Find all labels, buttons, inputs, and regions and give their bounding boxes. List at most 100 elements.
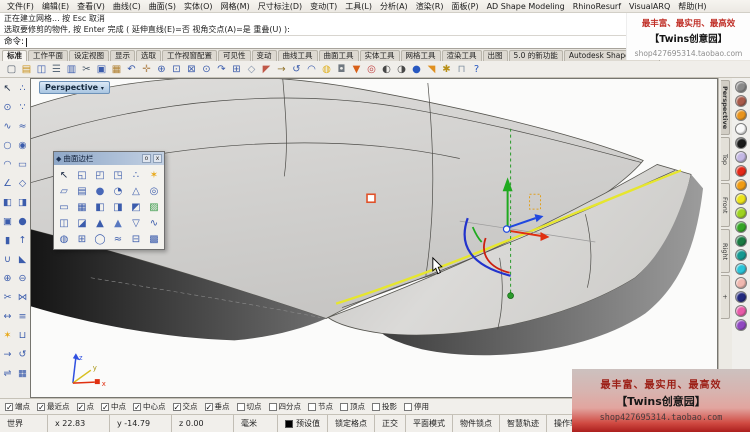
osnap-toggle[interactable]: 中心点 <box>133 401 166 412</box>
viewport-tab[interactable]: Top <box>721 137 730 182</box>
osnap-checkbox[interactable] <box>268 402 277 411</box>
color-swatch[interactable] <box>735 165 747 177</box>
color-swatch[interactable] <box>735 319 747 331</box>
toolbar-tab[interactable]: 工作平面 <box>28 50 68 61</box>
osnap-toggle[interactable]: 节点 <box>308 401 333 412</box>
rail-revolve-icon[interactable]: ▽ <box>127 215 145 231</box>
print-icon[interactable]: ☰ <box>49 62 64 77</box>
ellipse-icon[interactable]: ◉ <box>15 136 30 155</box>
new-file-icon[interactable]: ▢ <box>4 62 19 77</box>
osnap-toggle[interactable]: 顶点 <box>340 401 365 412</box>
extend-icon[interactable]: ↔ <box>0 307 15 326</box>
viewport-tab[interactable]: Right <box>721 229 730 274</box>
surface-from-points-icon[interactable]: ∴ <box>127 167 145 183</box>
status-toggle[interactable]: 物件锁点 <box>453 415 500 432</box>
move-icon[interactable]: → <box>274 62 289 77</box>
units-indicator[interactable]: 毫米 <box>234 415 278 432</box>
render-preview-icon[interactable]: ◐ <box>379 62 394 77</box>
osnap-checkbox[interactable] <box>172 402 181 411</box>
boolean-difference-icon[interactable]: ⊖ <box>15 269 30 288</box>
panel-title-bar[interactable]: ◆ 曲面边栏 o x <box>54 152 164 165</box>
notify-flag-icon[interactable]: ◥ <box>424 62 439 77</box>
extrude-icon[interactable]: ↑ <box>15 231 30 250</box>
osnap-toggle[interactable]: 端点 <box>5 401 30 412</box>
viewport-tab[interactable]: Perspective <box>721 80 730 136</box>
menu-item[interactable]: 渲染(R) <box>412 1 448 12</box>
viewport-layout-icon[interactable]: ⊞ <box>229 62 244 77</box>
menu-item[interactable]: 工具(L) <box>341 1 376 12</box>
toolbar-tab[interactable]: 变动 <box>251 50 277 61</box>
box-icon[interactable]: ▣ <box>0 212 15 231</box>
osnap-checkbox[interactable] <box>340 402 348 411</box>
split-icon[interactable]: ⋈ <box>15 288 30 307</box>
rotate-icon[interactable]: ↺ <box>15 345 30 364</box>
loft-icon[interactable]: ◨ <box>15 193 30 212</box>
status-toggle[interactable]: 锁定格点 <box>328 415 375 432</box>
polyline-icon[interactable]: ∠ <box>0 174 15 193</box>
status-toggle[interactable]: 智慧轨迹 <box>500 415 547 432</box>
toolbar-tab[interactable]: 可见性 <box>218 50 251 61</box>
color-swatch[interactable] <box>735 137 747 149</box>
blend-surface-icon[interactable]: ∿ <box>145 215 163 231</box>
panel-close-button[interactable]: x <box>153 154 162 163</box>
object-snap-icon[interactable]: ◇ <box>244 62 259 77</box>
menu-item[interactable]: RhinoResurf <box>569 2 625 11</box>
move-icon[interactable]: → <box>0 345 15 364</box>
earth-globe-icon[interactable]: ● <box>409 62 424 77</box>
options-gear-icon[interactable]: ✱ <box>439 62 454 77</box>
sphere-surface-icon[interactable]: ● <box>91 183 109 199</box>
lock-icon[interactable]: ◘ <box>334 62 349 77</box>
revolve-icon[interactable]: ▲ <box>109 215 127 231</box>
explode-icon[interactable]: ✶ <box>0 326 15 345</box>
menu-item[interactable]: 查看(V) <box>73 1 109 12</box>
help-icon[interactable]: ? <box>469 62 484 77</box>
array-icon[interactable]: ▦ <box>15 364 30 383</box>
erase-icon[interactable]: ◤ <box>259 62 274 77</box>
heightfield-icon[interactable]: ▨ <box>145 199 163 215</box>
menu-item[interactable]: 曲线(C) <box>109 1 145 12</box>
pipe-icon[interactable]: ◯ <box>91 231 109 247</box>
gumball-origin[interactable] <box>502 225 511 233</box>
toolbar-tab[interactable]: 实体工具 <box>359 50 400 61</box>
color-swatch[interactable] <box>735 221 747 233</box>
rect-plane-icon[interactable]: ▭ <box>55 199 73 215</box>
save-icon[interactable]: ◫ <box>34 62 49 77</box>
curve-end-point[interactable] <box>507 292 514 299</box>
menu-item[interactable]: 网格(M) <box>217 1 254 12</box>
sweep-1-rail-icon[interactable]: ◪ <box>73 215 91 231</box>
toolbar-tab[interactable]: 网格工具 <box>400 50 441 61</box>
patch-icon[interactable]: ◍ <box>55 231 73 247</box>
surface-2pt-icon[interactable]: ◱ <box>73 167 91 183</box>
toolbar-tab[interactable]: 设定视图 <box>69 50 109 61</box>
fillet-icon[interactable]: ∪ <box>0 250 15 269</box>
boolean-union-icon[interactable]: ⊕ <box>0 269 15 288</box>
extrude-straight-icon[interactable]: ◧ <box>91 199 109 215</box>
menu-item[interactable]: 帮助(H) <box>674 1 710 12</box>
arc-icon[interactable]: ◠ <box>0 155 15 174</box>
surface-3pt-icon[interactable]: ◰ <box>91 167 109 183</box>
osnap-checkbox[interactable] <box>204 402 213 411</box>
sphere-icon[interactable]: ● <box>15 212 30 231</box>
picture-frame-icon[interactable]: ▤ <box>73 183 91 199</box>
zoom-window-icon[interactable]: ⊡ <box>169 62 184 77</box>
copy-to-clipboard-icon[interactable]: ▥ <box>64 62 79 77</box>
display-bulb-icon[interactable]: ◍ <box>319 62 334 77</box>
current-layer[interactable]: 预设值 <box>278 415 328 432</box>
plane-icon[interactable]: ▱ <box>55 183 73 199</box>
render-icon[interactable]: ▼ <box>349 62 364 77</box>
osnap-toggle[interactable]: 四分点 <box>268 401 301 412</box>
menu-item[interactable]: 曲面(S) <box>145 1 180 12</box>
rotate-view-icon[interactable]: ↺ <box>289 62 304 77</box>
osnap-toggle[interactable]: 交点 <box>172 401 198 412</box>
color-swatch[interactable] <box>735 193 747 205</box>
point-icon[interactable]: ⊙ <box>0 98 15 117</box>
color-swatch[interactable] <box>735 81 747 93</box>
toolbar-tab[interactable]: 曲面工具 <box>318 50 359 61</box>
toolbar-tab[interactable]: 标准 <box>2 50 27 61</box>
point-cloud-icon[interactable]: ∵ <box>15 98 30 117</box>
osnap-checkbox[interactable] <box>5 402 13 411</box>
set-cplane-icon[interactable]: ◠ <box>304 62 319 77</box>
join-icon[interactable]: ⊔ <box>15 326 30 345</box>
osnap-checkbox[interactable] <box>236 402 245 411</box>
toolbar-tab[interactable]: 曲线工具 <box>277 50 318 61</box>
